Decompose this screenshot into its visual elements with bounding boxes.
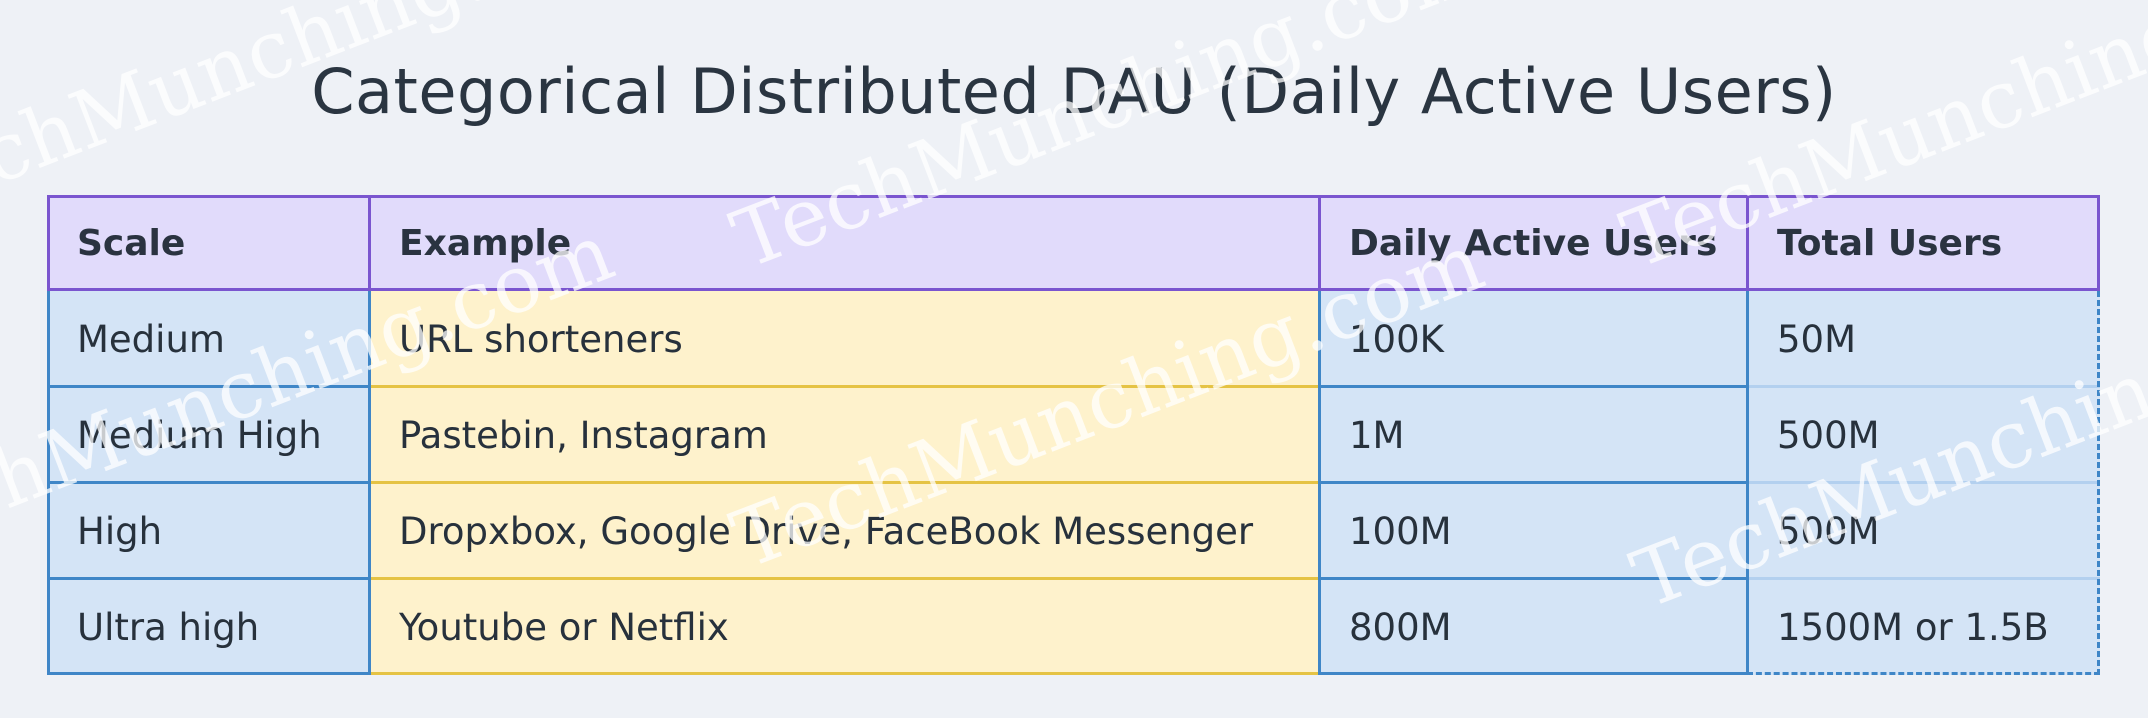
row-divider xyxy=(369,385,1319,388)
cell-total-users: 500M xyxy=(1747,483,2100,579)
cell-daily-active-users: 1M xyxy=(1319,387,1747,483)
column-divider xyxy=(1318,291,1321,675)
row-divider xyxy=(1747,385,2100,388)
row-divider xyxy=(369,672,1319,675)
cell-example: Dropxbox, Google Drive, FaceBook Messeng… xyxy=(369,483,1319,579)
cell-total-users: 1500M or 1.5B xyxy=(1747,579,2100,675)
row-divider xyxy=(47,481,369,484)
cell-scale: Ultra high xyxy=(47,579,369,675)
row-divider xyxy=(47,385,369,388)
row-divider xyxy=(47,577,369,580)
cell-scale: Medium High xyxy=(47,387,369,483)
column-divider xyxy=(1746,291,1749,675)
header-border xyxy=(47,195,2100,291)
row-divider xyxy=(1747,481,2100,484)
row-divider xyxy=(1319,481,1747,484)
cell-daily-active-users: 100M xyxy=(1319,483,1747,579)
row-divider xyxy=(1319,672,1747,675)
page-title: Categorical Distributed DAU (Daily Activ… xyxy=(311,55,1837,128)
row-divider xyxy=(1747,577,2100,580)
row-divider xyxy=(1319,577,1747,580)
row-divider xyxy=(369,481,1319,484)
row-divider xyxy=(1319,385,1747,388)
cell-scale: Medium xyxy=(47,291,369,387)
dau-table-grid: Scale Example Daily Active Users Total U… xyxy=(47,195,2100,675)
header-divider xyxy=(1746,195,1749,291)
cell-example: Pastebin, Instagram xyxy=(369,387,1319,483)
dashed-right-border xyxy=(2097,291,2100,675)
row-divider xyxy=(369,577,1319,580)
cell-daily-active-users: 100K xyxy=(1319,291,1747,387)
cell-example: URL shorteners xyxy=(369,291,1319,387)
header-divider xyxy=(368,195,371,291)
header-divider xyxy=(1318,195,1321,291)
cell-example: Youtube or Netflix xyxy=(369,579,1319,675)
cell-scale: High xyxy=(47,483,369,579)
cell-total-users: 500M xyxy=(1747,387,2100,483)
cell-total-users: 50M xyxy=(1747,291,2100,387)
column-divider xyxy=(368,291,371,675)
row-divider xyxy=(47,672,369,675)
cell-daily-active-users: 800M xyxy=(1319,579,1747,675)
dashed-bottom-border xyxy=(1747,672,2100,675)
column-divider xyxy=(47,291,50,675)
